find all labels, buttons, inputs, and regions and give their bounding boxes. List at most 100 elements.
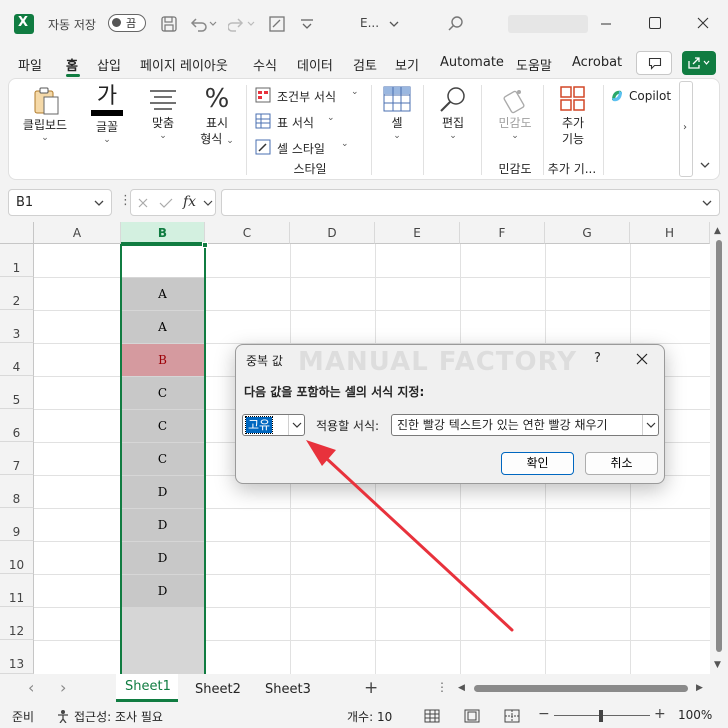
fill-handle[interactable] bbox=[202, 242, 208, 248]
scroll-right-icon[interactable]: ▶ bbox=[696, 683, 703, 693]
vertical-scroll-thumb[interactable] bbox=[716, 240, 722, 652]
save-icon[interactable] bbox=[160, 15, 178, 33]
row-header[interactable]: 11 bbox=[0, 574, 34, 607]
more-options-icon[interactable]: ⋮ bbox=[436, 680, 448, 694]
close-icon[interactable] bbox=[696, 16, 710, 30]
comments-button[interactable] bbox=[636, 51, 672, 75]
normal-view-icon[interactable] bbox=[424, 709, 440, 723]
undo-icon[interactable] bbox=[188, 15, 218, 33]
column-header-f[interactable]: F bbox=[460, 222, 545, 244]
cell-styles-button[interactable]: 셀 스타일 ⌄ bbox=[255, 137, 355, 157]
tab-review[interactable]: 검토 bbox=[353, 55, 377, 74]
ribbon-scroll-right[interactable]: › bbox=[679, 81, 693, 177]
accessibility-icon[interactable] bbox=[56, 709, 70, 723]
sheet-tab-sheet3[interactable]: Sheet3 bbox=[265, 682, 311, 697]
scroll-left-icon[interactable]: ◀ bbox=[458, 683, 465, 693]
column-header-c[interactable]: C bbox=[205, 222, 290, 244]
add-ins-button[interactable]: 추가 기능 bbox=[549, 85, 597, 157]
close-icon[interactable] bbox=[636, 353, 648, 365]
selection-border bbox=[120, 244, 206, 674]
search-icon[interactable] bbox=[446, 14, 466, 34]
tab-acrobat[interactable]: Acrobat bbox=[572, 55, 622, 70]
tab-data[interactable]: 데이터 bbox=[297, 55, 333, 74]
user-account-blurred[interactable] bbox=[508, 15, 588, 33]
editing-button[interactable]: 편집 ⌄ bbox=[433, 85, 473, 155]
redo-icon[interactable] bbox=[228, 15, 258, 33]
tab-view[interactable]: 보기 bbox=[395, 55, 419, 74]
row-header[interactable]: 8 bbox=[0, 475, 34, 508]
conditional-formatting-button[interactable]: 조건부 서식 ⌄ bbox=[255, 85, 365, 105]
row-header[interactable]: 9 bbox=[0, 508, 34, 541]
format-select[interactable]: 진한 빨강 텍스트가 있는 연한 빨강 채우기 bbox=[391, 414, 659, 436]
tab-file[interactable]: 파일 bbox=[18, 55, 42, 74]
row-header[interactable]: 2 bbox=[0, 277, 34, 310]
vertical-scrollbar[interactable]: ▲ ▼ bbox=[710, 222, 728, 674]
tab-help[interactable]: 도움말 bbox=[516, 55, 552, 74]
zoom-slider-thumb[interactable] bbox=[599, 710, 603, 722]
column-header-e[interactable]: E bbox=[375, 222, 460, 244]
row-header[interactable]: 10 bbox=[0, 541, 34, 574]
sheet-tab-sheet1[interactable]: Sheet1 bbox=[116, 674, 178, 702]
row-header[interactable]: 6 bbox=[0, 409, 34, 442]
cancel-button[interactable]: 취소 bbox=[585, 452, 658, 475]
column-header-b[interactable]: B bbox=[121, 222, 205, 244]
help-button[interactable]: ? bbox=[594, 351, 601, 366]
tab-insert[interactable]: 삽입 bbox=[97, 55, 121, 74]
insert-function-button[interactable]: fx bbox=[183, 194, 196, 210]
clipboard-button[interactable]: 클립보드 ⌄ bbox=[19, 85, 71, 155]
customize-toolbar-icon[interactable] bbox=[298, 15, 316, 33]
format-as-table-button[interactable]: 표 서식 ⌄ bbox=[255, 111, 345, 131]
column-header-h[interactable]: H bbox=[630, 222, 710, 244]
minimize-icon[interactable] bbox=[600, 18, 612, 30]
copilot-button[interactable]: Copilot bbox=[609, 87, 679, 107]
form-icon[interactable] bbox=[268, 15, 286, 33]
chevron-down-icon[interactable] bbox=[203, 199, 213, 207]
font-button[interactable]: 가 글꼴 ⌄ bbox=[85, 85, 129, 155]
zoom-out-icon[interactable]: − bbox=[538, 706, 550, 722]
column-header-d[interactable]: D bbox=[290, 222, 375, 244]
select-all-button[interactable] bbox=[0, 222, 34, 244]
page-break-view-icon[interactable] bbox=[504, 709, 520, 723]
cells-button[interactable]: 셀 ⌄ bbox=[379, 85, 415, 155]
tab-automate[interactable]: Automate bbox=[440, 55, 504, 70]
row-header[interactable]: 4 bbox=[0, 343, 34, 376]
row-header[interactable]: 12 bbox=[0, 607, 34, 640]
excel-logo-icon: X bbox=[14, 14, 34, 34]
number-format-button[interactable]: % 표시 형식 ⌄ bbox=[195, 83, 239, 155]
share-button[interactable] bbox=[682, 51, 716, 75]
zoom-level[interactable]: 100% bbox=[678, 708, 712, 722]
tab-home[interactable]: 홈 bbox=[66, 55, 78, 74]
row-header[interactable]: 13 bbox=[0, 640, 34, 674]
row-header[interactable]: 3 bbox=[0, 310, 34, 343]
ok-button[interactable]: 확인 bbox=[501, 452, 574, 475]
cancel-entry-icon[interactable] bbox=[137, 197, 149, 209]
next-sheet-icon[interactable]: › bbox=[60, 678, 66, 697]
column-header-a[interactable]: A bbox=[34, 222, 121, 244]
horizontal-scroll-thumb[interactable] bbox=[474, 685, 688, 692]
row-header[interactable]: 7 bbox=[0, 442, 34, 475]
autosave-toggle[interactable]: 끔 bbox=[108, 14, 146, 32]
previous-sheet-icon[interactable]: ‹ bbox=[28, 678, 34, 697]
row-header[interactable]: 5 bbox=[0, 376, 34, 409]
column-header-g[interactable]: G bbox=[545, 222, 630, 244]
zoom-in-icon[interactable]: + bbox=[654, 706, 666, 722]
sheet-tab-sheet2[interactable]: Sheet2 bbox=[195, 682, 241, 697]
page-layout-view-icon[interactable] bbox=[464, 709, 480, 723]
name-box[interactable]: B1 bbox=[8, 189, 112, 216]
chevron-down-icon[interactable] bbox=[388, 18, 400, 30]
scroll-up-icon[interactable]: ▲ bbox=[714, 226, 721, 236]
collapse-ribbon-icon[interactable] bbox=[699, 159, 711, 171]
tab-page-layout[interactable]: 페이지 레이아웃 bbox=[140, 55, 228, 74]
row-header[interactable]: 1 bbox=[0, 244, 34, 277]
rule-type-select[interactable]: 고유 bbox=[242, 414, 305, 436]
maximize-icon[interactable] bbox=[648, 16, 662, 30]
formula-input[interactable] bbox=[221, 189, 720, 216]
scroll-down-icon[interactable]: ▼ bbox=[714, 660, 721, 670]
accessibility-status[interactable]: 접근성: 조사 필요 bbox=[74, 708, 163, 725]
alignment-button[interactable]: 맞춤 ⌄ bbox=[141, 85, 185, 155]
sensitivity-button[interactable]: 민감도 ⌄ bbox=[489, 85, 541, 155]
add-sheet-icon[interactable]: + bbox=[364, 678, 378, 698]
expand-formula-bar-icon[interactable] bbox=[701, 198, 713, 208]
confirm-entry-icon[interactable] bbox=[159, 197, 173, 209]
tab-formulas[interactable]: 수식 bbox=[253, 55, 277, 74]
